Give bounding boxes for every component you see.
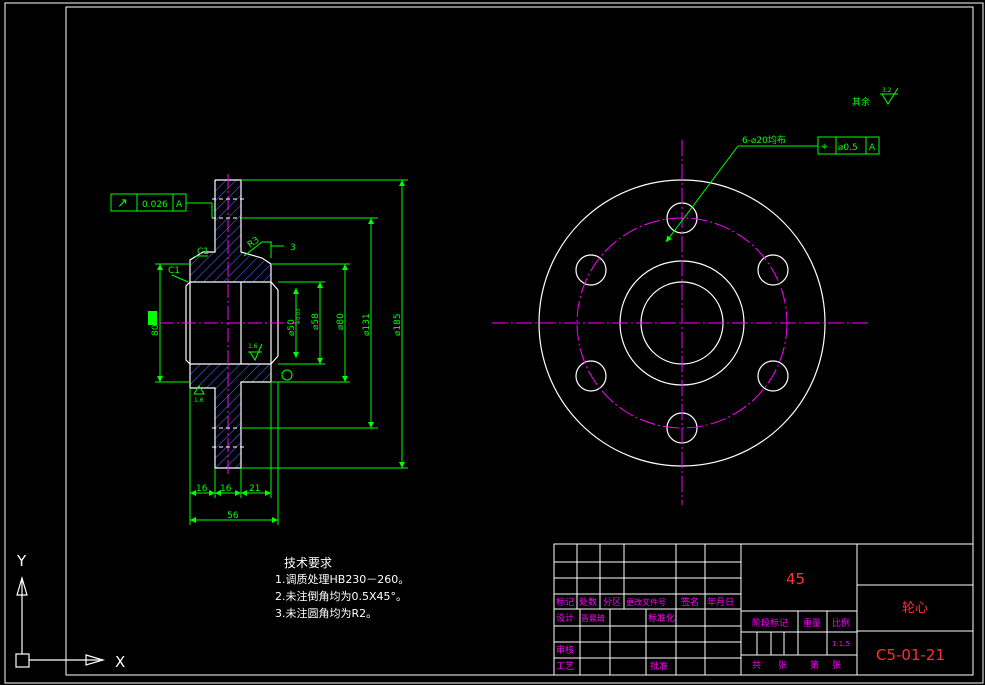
tb-mark: 标记 [556, 596, 574, 608]
drawing-border [4, 2, 984, 684]
tb-signature: 晋晨琦 [581, 614, 605, 623]
tb-zone: 分区 [603, 597, 621, 608]
tb-sheets: 张 [778, 660, 787, 671]
datum-marker [148, 311, 157, 325]
hole-leader [665, 145, 818, 243]
tb-ratio: 比例 [832, 617, 850, 629]
runout-datum: A [176, 200, 183, 210]
dim-w21: 21 [249, 484, 260, 494]
tb-date: 年月日 [707, 596, 734, 608]
position-tolerance: ⌀0.5 [838, 143, 858, 153]
ucs-labels: Y X [16, 552, 125, 671]
section-dimensions [155, 179, 408, 525]
cad-drawing: ⌀185 ⌀131 ⌀80 ⌀58 ⌀50 +0.03 80 R3 3 C1 C… [4, 2, 984, 684]
position-symbol: ⌖ [821, 139, 828, 153]
dim-d50-tol: +0.03 [296, 309, 302, 324]
front-centerlines [492, 140, 870, 505]
dim-d58: ⌀58 [311, 313, 321, 330]
hatch-areas [190, 180, 271, 468]
ucs-y-label: Y [16, 552, 27, 570]
position-datum: A [869, 143, 876, 153]
dim-d131: ⌀131 [362, 313, 372, 336]
dim-w16a: 16 [196, 484, 208, 494]
tech-item-2: 2.未注倒角均为0.5X45°。 [275, 589, 407, 603]
tb-process: 工艺 [556, 661, 574, 672]
dim-c1-bore: C1 [168, 266, 180, 276]
tb-approve: 批准 [650, 660, 668, 672]
tb-sheet-no: 第 [810, 659, 819, 671]
dim-r3: R3 [246, 235, 262, 250]
tb-sheet-unit: 张 [832, 660, 841, 671]
tech-item-1: 1.调质处理HB230－260。 [275, 573, 409, 586]
runout-symbol: ↗ [117, 196, 128, 211]
tb-drawing-no: C5-01-21 [876, 646, 945, 664]
tb-material: 45 [786, 570, 805, 588]
section-view [110, 174, 408, 525]
tb-review: 审核 [556, 644, 574, 656]
tb-doc: 更改文件号 [626, 597, 666, 607]
rough-value-2: 1.6 [194, 397, 204, 404]
tb-count: 处数 [579, 596, 597, 608]
title-block-main: 45 轮心 C5-01-21 [786, 570, 945, 664]
hole-note: 6-⌀20均布 [742, 134, 786, 146]
technical-requirements: 技术要求 1.调质处理HB230－260。 2.未注倒角均为0.5X45°。 3… [275, 556, 409, 620]
dim-d80: ⌀80 [336, 313, 346, 330]
surface-note-label: 其余 [852, 96, 870, 108]
dim-len80: 80 [151, 324, 161, 336]
tb-weight: 重量 [803, 617, 821, 629]
tb-standard: 标准化 [648, 612, 675, 624]
dim-w16b: 16 [220, 484, 232, 494]
runout-tolerance: 0.026 [142, 200, 168, 210]
surface-note-value: 3.2 [882, 87, 892, 94]
tb-design: 设计 [556, 612, 574, 624]
ucs-icon [15, 575, 106, 668]
dim-w56: 56 [227, 511, 239, 521]
rough-value-1: 1.6 [248, 343, 258, 350]
tb-total: 共 [752, 660, 761, 671]
tech-item-3: 3.未注圆角均为R2。 [275, 606, 377, 620]
ucs-x-label: X [115, 653, 125, 671]
tb-sign: 签名 [681, 596, 699, 608]
tb-scale: 1:1.5 [832, 640, 850, 648]
dim-c1-top: C1 [197, 247, 209, 257]
tb-stage: 阶段标记 [752, 617, 788, 629]
dim-d185: ⌀185 [393, 313, 403, 336]
dim-three: 3 [290, 243, 296, 253]
tech-title: 技术要求 [284, 556, 332, 570]
tb-part-name: 轮心 [902, 601, 928, 616]
